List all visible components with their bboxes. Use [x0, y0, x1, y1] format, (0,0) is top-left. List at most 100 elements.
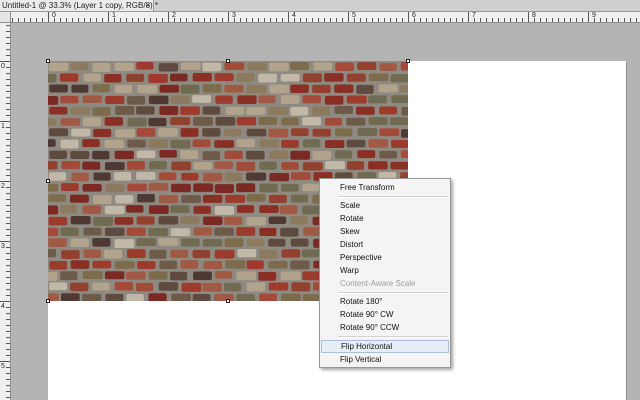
- ruler-tick: [588, 12, 589, 22]
- ruler-tick: [504, 18, 505, 22]
- left-ruler[interactable]: 0 1 2 3 4 5: [0, 12, 11, 400]
- brick: [104, 117, 124, 126]
- brick: [236, 73, 255, 82]
- ruler-tick: [6, 127, 10, 128]
- transform-handle-bottom-left[interactable]: [46, 299, 50, 303]
- brick: [280, 183, 299, 192]
- brick: [312, 151, 332, 160]
- brick: [180, 128, 199, 137]
- ruler-tick: [186, 18, 187, 22]
- menu-item-flip-horizontal[interactable]: Flip Horizontal: [321, 340, 449, 353]
- ruler-tick: [6, 229, 10, 230]
- menu-item-skew[interactable]: Skew: [321, 225, 449, 238]
- menu-item-rotate-90-ccw[interactable]: Rotate 90° CCW: [321, 321, 449, 334]
- brick: [136, 216, 155, 225]
- ruler-tick: [72, 18, 73, 22]
- menu-item-distort[interactable]: Distort: [321, 238, 449, 251]
- transform-handle-bottom[interactable]: [226, 299, 230, 303]
- transform-handle-top-right[interactable]: [406, 59, 410, 63]
- brick: [70, 106, 91, 115]
- brick: [202, 282, 222, 292]
- ruler-left-label: 0: [1, 63, 5, 70]
- brick: [48, 216, 68, 226]
- brick: [259, 249, 278, 259]
- menu-item-scale[interactable]: Scale: [321, 199, 449, 212]
- ruler-tick: [384, 18, 385, 22]
- top-ruler[interactable]: 0 1 2 3 4 5 6 7 8 9: [11, 12, 640, 23]
- ruler-tick: [0, 301, 10, 302]
- ruler-tick: [282, 18, 283, 22]
- brick: [136, 238, 157, 246]
- brick: [215, 271, 233, 279]
- brick: [181, 282, 202, 292]
- brick: [203, 172, 223, 182]
- brick: [259, 227, 277, 237]
- brick: [114, 217, 134, 225]
- menu-separator: [338, 336, 448, 338]
- brick: [281, 117, 299, 126]
- brick: [170, 139, 191, 149]
- brick: [104, 227, 125, 236]
- transform-handle-top[interactable]: [226, 59, 230, 63]
- brick: [49, 172, 67, 181]
- brick: [203, 260, 223, 270]
- ruler-tick: [312, 18, 313, 22]
- ruler-tick: [294, 18, 295, 22]
- brick: [148, 271, 168, 280]
- brick: [92, 282, 110, 291]
- brick: [60, 139, 79, 149]
- brick: [357, 128, 378, 137]
- brick: [82, 205, 102, 214]
- ruler-tick: [6, 109, 10, 110]
- ruler-tick: [144, 18, 145, 22]
- ruler-tick: [450, 18, 451, 22]
- ruler-tick: [6, 43, 10, 44]
- brick: [236, 183, 256, 193]
- menu-item-rotate[interactable]: Rotate: [321, 212, 449, 225]
- menu-item-warp[interactable]: Warp: [321, 264, 449, 277]
- brick: [203, 216, 223, 225]
- menu-item-perspective[interactable]: Perspective: [321, 251, 449, 264]
- brick: [70, 282, 89, 292]
- brick: [180, 106, 200, 115]
- brick: [290, 260, 310, 270]
- brick: [224, 238, 244, 248]
- brick: [391, 95, 408, 103]
- brick: [104, 73, 122, 83]
- brick: [214, 293, 234, 301]
- menu-item-rotate-90-cw[interactable]: Rotate 90° CW: [321, 308, 449, 321]
- ruler-tick: [6, 385, 10, 386]
- brick: [48, 73, 57, 83]
- brick: [158, 195, 179, 204]
- brick: [379, 150, 398, 159]
- brick: [83, 227, 102, 236]
- brick: [268, 238, 286, 247]
- ruler-tick: [240, 18, 241, 22]
- menu-item-flip-vertical[interactable]: Flip Vertical: [321, 353, 449, 366]
- transform-handle-top-left[interactable]: [46, 59, 50, 63]
- brick: [193, 183, 214, 192]
- ruler-tick: [372, 18, 373, 22]
- ruler-tick: [6, 337, 10, 338]
- ruler-tick: [228, 12, 229, 22]
- document-tab[interactable]: Untitled-1 @ 33.3% (Layer 1 copy, RGB/8)…: [0, 0, 158, 11]
- brick: [159, 84, 180, 93]
- brick: [325, 140, 345, 148]
- ruler-tick: [6, 253, 10, 254]
- ruler-tick: [402, 18, 403, 22]
- menu-item-free-transform[interactable]: Free Transform: [321, 181, 449, 194]
- brick: [313, 62, 333, 71]
- ruler-origin[interactable]: [0, 12, 11, 23]
- ruler-tick: [6, 73, 10, 74]
- transform-handle-left[interactable]: [46, 179, 50, 183]
- ruler-tick: [6, 211, 10, 212]
- brick: [82, 139, 100, 148]
- brick: [127, 139, 146, 148]
- brick: [214, 227, 235, 236]
- ruler-tick: [84, 18, 85, 22]
- ruler-tick: [162, 18, 163, 22]
- brick: [158, 128, 178, 137]
- close-icon[interactable]: ×: [145, 0, 150, 11]
- brick: [291, 282, 311, 292]
- menu-item-rotate-180[interactable]: Rotate 180°: [321, 295, 449, 308]
